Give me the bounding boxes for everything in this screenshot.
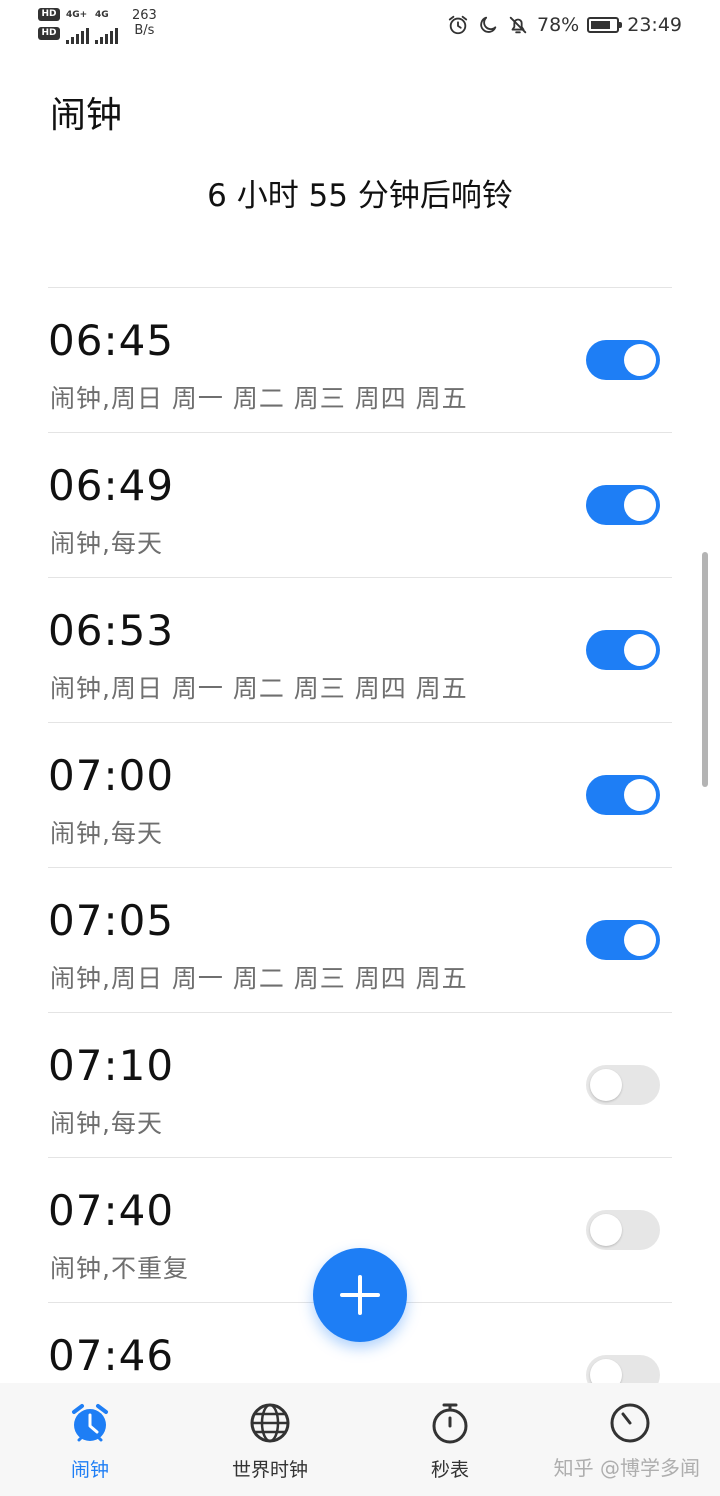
- alarm-clock-icon: [72, 1404, 108, 1442]
- signal-icon: 4G+: [66, 10, 89, 44]
- alarm-item[interactable]: 07:10 闹钟,每天: [48, 1012, 672, 1157]
- alarm-clock-icon: [448, 15, 468, 35]
- alarm-toggle[interactable]: [586, 920, 660, 960]
- tab-label: 闹钟: [70, 1459, 109, 1481]
- battery-icon: [587, 17, 623, 33]
- bell-off-icon: [509, 16, 527, 34]
- alarm-time: 06:45: [48, 316, 175, 365]
- hd-badge-2: HD: [38, 27, 60, 40]
- alarm-item[interactable]: 06:49 闹钟,每天: [48, 432, 672, 577]
- alarm-item[interactable]: 07:05 闹钟,周日 周一 周二 周三 周四 周五: [48, 867, 672, 1012]
- alarm-repeat-label: 闹钟,每天: [50, 1109, 163, 1138]
- hd-badge-1: HD: [38, 8, 60, 21]
- page-title: 闹钟: [50, 95, 123, 136]
- tab-label: 秒表: [430, 1459, 469, 1481]
- alarm-repeat-label: 闹钟,周日 周一 周二 周三 周四 周五: [50, 384, 468, 413]
- alarm-time: 07:10: [48, 1041, 175, 1090]
- alarm-time: 07:40: [48, 1186, 175, 1235]
- alarm-toggle[interactable]: [586, 630, 660, 670]
- alarm-item[interactable]: 07:00 闹钟,每天: [48, 722, 672, 867]
- alarm-toggle[interactable]: [586, 1210, 660, 1250]
- alarm-repeat-label: 闹钟,不重复: [50, 1254, 189, 1283]
- network-type-2: 4G: [95, 10, 109, 20]
- alarm-time: 07:46: [48, 1331, 175, 1380]
- tab-world-clock[interactable]: 世界时钟: [180, 1383, 360, 1496]
- speed-unit: B/s: [134, 23, 155, 38]
- status-left: HD HD 4G+ 4G 263 B/s: [38, 8, 157, 44]
- alarm-toggle[interactable]: [586, 340, 660, 380]
- clock-time: 23:49: [627, 14, 682, 36]
- status-right: 78% 23:49: [447, 14, 682, 36]
- timer-icon: [610, 1403, 650, 1443]
- alarm-item[interactable]: 06:53 闹钟,周日 周一 周二 周三 周四 周五: [48, 577, 672, 722]
- alarm-repeat-label: 闹钟,每天: [50, 529, 163, 558]
- add-alarm-button[interactable]: [313, 1248, 407, 1342]
- watermark: 知乎 @博学多闻: [553, 1456, 700, 1480]
- alarm-item[interactable]: 06:45 闹钟,周日 周一 周二 周三 周四 周五: [48, 287, 672, 432]
- network-speed: 263 B/s: [132, 8, 157, 38]
- tab-alarm[interactable]: 闹钟: [0, 1383, 180, 1496]
- alarm-time: 06:53: [48, 606, 175, 655]
- network-type-1: 4G+: [66, 10, 88, 20]
- alarm-time: 07:05: [48, 896, 175, 945]
- alarm-repeat-label: 闹钟,周日 周一 周二 周三 周四 周五: [50, 674, 468, 703]
- signal-icon: 4G: [95, 10, 118, 44]
- next-alarm-countdown: 6 小时 55 分钟后响铃: [207, 178, 513, 214]
- alarm-toggle[interactable]: [586, 485, 660, 525]
- alarm-toggle[interactable]: [586, 1065, 660, 1105]
- status-bar: HD HD 4G+ 4G 263 B/s 78% 23:49: [0, 0, 720, 56]
- globe-icon: [250, 1403, 290, 1443]
- scrollbar[interactable]: [702, 552, 708, 787]
- battery-percent: 78%: [537, 14, 580, 36]
- moon-icon: [480, 16, 497, 33]
- stopwatch-icon: [432, 1403, 468, 1444]
- tab-stopwatch[interactable]: 秒表: [360, 1383, 540, 1496]
- alarm-repeat-label: 闹钟,每天: [50, 819, 163, 848]
- tab-label: 世界时钟: [231, 1459, 308, 1481]
- alarm-time: 06:49: [48, 461, 175, 510]
- hd-indicators: HD HD: [38, 8, 60, 40]
- alarm-repeat-label: 闹钟,周日 周一 周二 周三 周四 周五: [50, 964, 468, 993]
- alarm-time: 07:00: [48, 751, 175, 800]
- speed-value: 263: [132, 8, 157, 23]
- alarm-toggle[interactable]: [586, 775, 660, 815]
